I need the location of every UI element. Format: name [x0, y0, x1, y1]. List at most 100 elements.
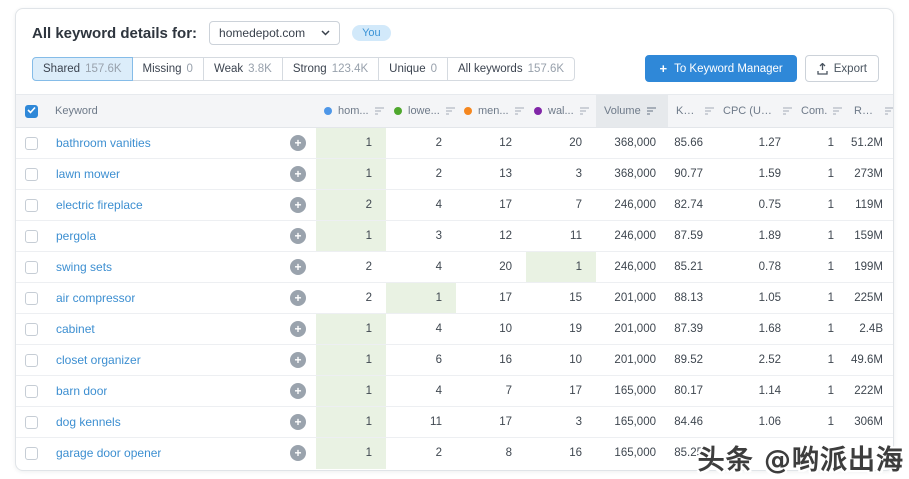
tab-unique[interactable]: Unique 0 — [378, 56, 449, 81]
keyword-link[interactable]: closet organizer — [56, 353, 141, 367]
row-checkbox[interactable] — [25, 353, 38, 367]
add-to-list-button[interactable]: + — [290, 259, 306, 275]
tab-missing[interactable]: Missing 0 — [131, 56, 204, 81]
position-men: 20 — [456, 251, 526, 283]
keyword-link[interactable]: lawn mower — [56, 167, 120, 181]
volume-value: 246,000 — [596, 220, 668, 252]
table-header-row: Keyword hom... lowe... men... wal... Volume KD… — [16, 94, 893, 128]
add-to-list-button[interactable]: + — [290, 321, 306, 337]
position-hom: 2 — [316, 251, 386, 283]
column-header-volume[interactable]: Volume — [596, 94, 668, 128]
action-buttons: + To Keyword Manager Export — [645, 55, 879, 82]
keyword-link[interactable]: pergola — [56, 229, 96, 243]
row-checkbox[interactable] — [25, 322, 38, 336]
results-value: 49.6M — [846, 344, 893, 376]
kd-value: 90.77 — [668, 158, 715, 190]
column-header-cpc[interactable]: CPC (USD) — [715, 94, 793, 128]
column-label: Keyword — [55, 105, 98, 117]
sort-icon[interactable] — [374, 106, 385, 116]
column-header-men[interactable]: men... — [456, 94, 526, 128]
position-men: 12 — [456, 220, 526, 252]
row-checkbox[interactable] — [25, 136, 38, 150]
lowe-competitor-dot-icon — [394, 107, 402, 115]
add-to-list-button[interactable]: + — [290, 135, 306, 151]
column-header-lowe[interactable]: lowe... — [386, 94, 456, 128]
keyword-link[interactable]: swing sets — [56, 260, 112, 274]
kd-value: 85.21 — [668, 251, 715, 283]
add-to-list-button[interactable]: + — [290, 290, 306, 306]
sort-icon[interactable] — [704, 106, 715, 116]
sort-icon[interactable] — [579, 106, 590, 116]
row-checkbox[interactable] — [25, 260, 38, 274]
export-button[interactable]: Export — [804, 55, 879, 82]
results-value: 225M — [846, 282, 893, 314]
column-label: Com. — [801, 105, 828, 117]
row-checkbox[interactable] — [25, 167, 38, 181]
sort-icon[interactable] — [782, 106, 793, 116]
row-checkbox[interactable] — [25, 415, 38, 429]
add-to-list-button[interactable]: + — [290, 414, 306, 430]
keyword-link[interactable]: dog kennels — [56, 415, 121, 429]
row-checkbox[interactable] — [25, 229, 38, 243]
add-to-list-button[interactable]: + — [290, 352, 306, 368]
position-hom: 1 — [316, 220, 386, 252]
add-to-list-button[interactable]: + — [290, 228, 306, 244]
column-header-kd[interactable]: KD% — [668, 94, 715, 128]
column-header-com[interactable]: Com. — [793, 94, 846, 128]
results-value: 306M — [846, 406, 893, 438]
tab-all-keywords[interactable]: All keywords 157.6K — [447, 56, 576, 81]
column-label: KD% — [676, 105, 699, 117]
men-competitor-dot-icon — [464, 107, 472, 115]
position-hom: 2 — [316, 282, 386, 314]
sort-icon[interactable] — [832, 106, 843, 116]
domain-dropdown[interactable]: homedepot.com — [209, 21, 341, 45]
column-header-hom[interactable]: hom... — [316, 94, 386, 128]
column-label: Results — [854, 105, 879, 117]
com-value: 1 — [793, 158, 846, 190]
add-to-list-button[interactable]: + — [290, 197, 306, 213]
sort-icon[interactable] — [646, 106, 657, 116]
row-checkbox[interactable] — [25, 291, 38, 305]
keyword-link[interactable]: garage door opener — [56, 446, 161, 460]
row-checkbox-cell — [16, 127, 47, 159]
position-lowe: 2 — [386, 158, 456, 190]
keyword-cell: pergola + — [47, 220, 316, 252]
column-label: men... — [478, 105, 509, 117]
volume-value: 201,000 — [596, 344, 668, 376]
results-value: 2.4B — [846, 313, 893, 345]
position-hom: 1 — [316, 344, 386, 376]
title-row: All keyword details for: homedepot.com Y… — [32, 21, 879, 45]
position-hom: 1 — [316, 437, 386, 469]
keyword-link[interactable]: electric fireplace — [56, 198, 143, 212]
tab-count: 123.4K — [331, 62, 369, 75]
column-header-results[interactable]: Results — [846, 94, 893, 128]
row-checkbox[interactable] — [25, 446, 38, 460]
row-checkbox[interactable] — [25, 198, 38, 212]
tab-label: Missing — [142, 62, 182, 75]
to-keyword-manager-button[interactable]: + To Keyword Manager — [645, 55, 797, 82]
hom-competitor-dot-icon — [324, 107, 332, 115]
position-lowe: 4 — [386, 375, 456, 407]
keyword-link[interactable]: barn door — [56, 384, 107, 398]
cpc-value: 1.05 — [715, 282, 793, 314]
select-all-checkbox[interactable] — [25, 104, 38, 118]
watermark-text: 头条 @哟派出海 — [697, 445, 904, 476]
keyword-link[interactable]: air compressor — [56, 291, 135, 305]
sort-icon[interactable] — [445, 106, 456, 116]
chevron-down-icon — [321, 30, 330, 36]
sort-icon[interactable] — [514, 106, 525, 116]
tab-weak[interactable]: Weak 3.8K — [202, 56, 283, 81]
add-to-list-button[interactable]: + — [290, 383, 306, 399]
tab-shared[interactable]: Shared 157.6K — [32, 56, 133, 81]
sort-icon[interactable] — [884, 106, 893, 116]
keyword-link[interactable]: bathroom vanities — [56, 136, 151, 150]
row-checkbox[interactable] — [25, 384, 38, 398]
column-header-wal[interactable]: wal... — [526, 94, 596, 128]
add-to-list-button[interactable]: + — [290, 445, 306, 462]
table-row: swing sets +2 4 20 1 246,000 85.21 0.78 1 199M — [16, 251, 893, 283]
keyword-link[interactable]: cabinet — [56, 322, 95, 336]
add-to-list-button[interactable]: + — [290, 166, 306, 182]
position-wal: 19 — [526, 313, 596, 345]
tab-label: Shared — [43, 62, 81, 75]
tab-strong[interactable]: Strong 123.4K — [281, 56, 380, 81]
